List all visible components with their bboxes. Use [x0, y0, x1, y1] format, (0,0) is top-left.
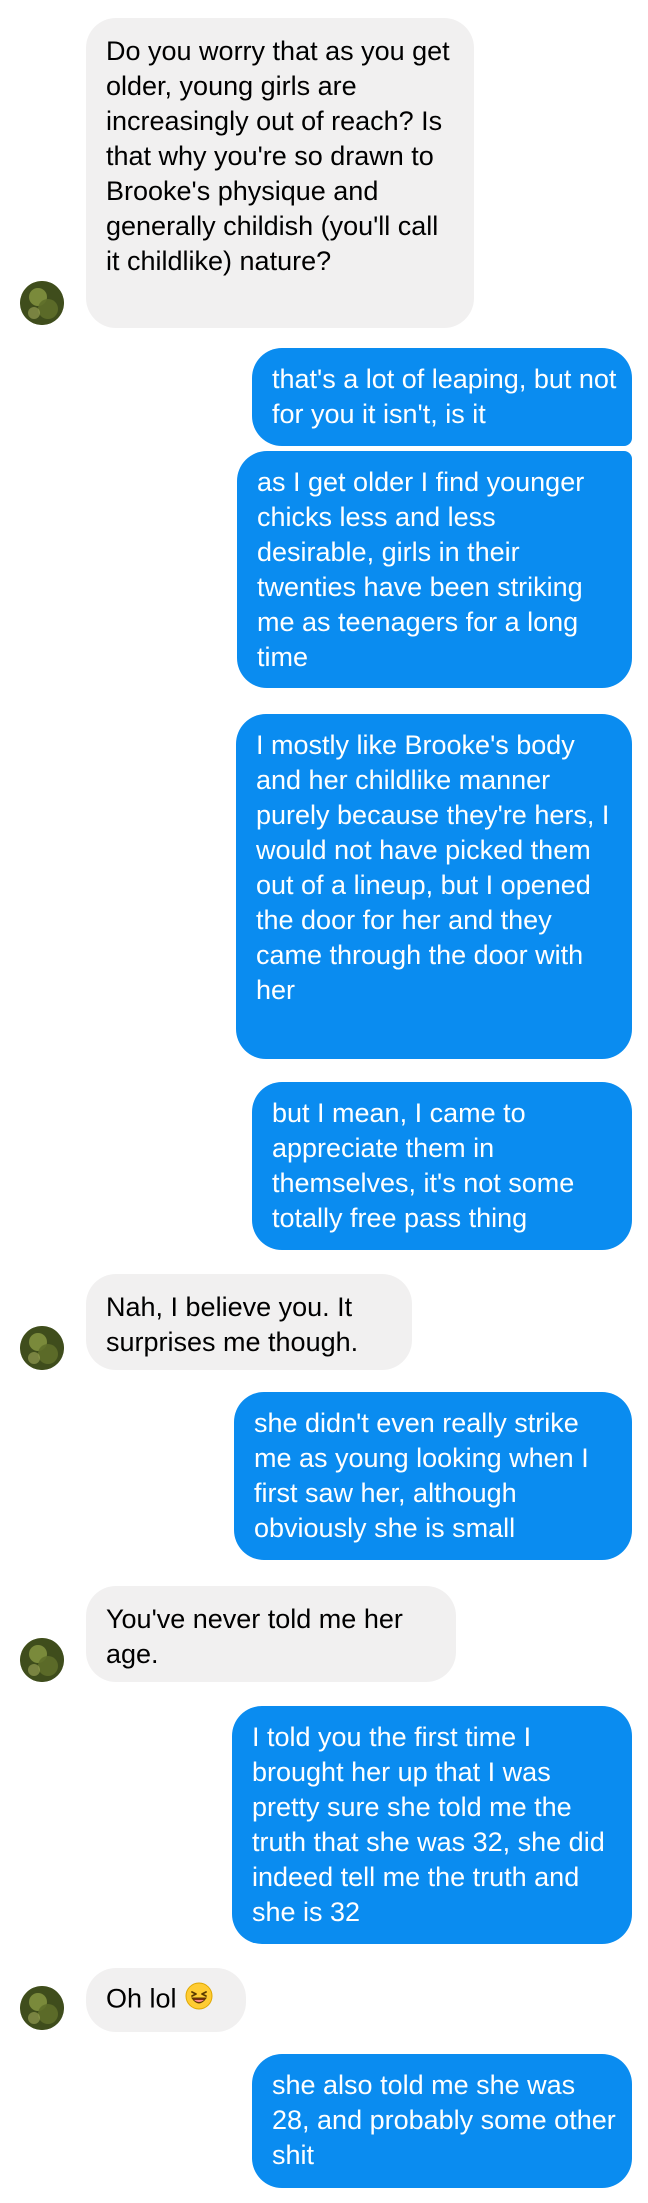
- avatar-image-icon: [20, 281, 64, 325]
- message-text: she also told me she was 28, and probabl…: [272, 2070, 616, 2170]
- avatar-image-icon: [20, 1326, 64, 1370]
- message-text: You've never told me her age.: [106, 1604, 403, 1669]
- outgoing-message[interactable]: I told you the first time I brought her …: [232, 1706, 632, 1944]
- incoming-message[interactable]: Do you worry that as you get older, youn…: [86, 18, 474, 328]
- outgoing-message[interactable]: as I get older I find younger chicks les…: [237, 451, 632, 688]
- message-text: as I get older I find younger chicks les…: [257, 467, 585, 672]
- contact-avatar[interactable]: [20, 1638, 64, 1682]
- message-text: but I mean, I came to appreciate them in…: [272, 1098, 575, 1233]
- incoming-message[interactable]: Oh lol: [86, 1968, 246, 2032]
- message-text: she didn't even really strike me as youn…: [254, 1408, 589, 1543]
- message-text: Oh lol: [106, 1983, 177, 2014]
- message-text: Do you worry that as you get older, youn…: [106, 36, 450, 276]
- message-text: I mostly like Brooke's body and her chil…: [256, 730, 610, 1005]
- laughing-face-icon: [184, 1981, 214, 2020]
- outgoing-message[interactable]: that's a lot of leaping, but not for you…: [252, 348, 632, 446]
- incoming-message[interactable]: You've never told me her age.: [86, 1586, 456, 1682]
- outgoing-message[interactable]: she didn't even really strike me as youn…: [234, 1392, 632, 1560]
- avatar-image-icon: [20, 1638, 64, 1682]
- message-text: that's a lot of leaping, but not for you…: [272, 364, 617, 429]
- outgoing-message[interactable]: but I mean, I came to appreciate them in…: [252, 1082, 632, 1250]
- contact-avatar[interactable]: [20, 281, 64, 325]
- outgoing-message[interactable]: I mostly like Brooke's body and her chil…: [236, 714, 632, 1059]
- message-text: Nah, I believe you. It surprises me thou…: [106, 1292, 359, 1357]
- avatar-image-icon: [20, 1986, 64, 2030]
- outgoing-message[interactable]: she also told me she was 28, and probabl…: [252, 2054, 632, 2188]
- contact-avatar[interactable]: [20, 1986, 64, 2030]
- incoming-message[interactable]: Nah, I believe you. It surprises me thou…: [86, 1274, 412, 1370]
- message-text: I told you the first time I brought her …: [252, 1722, 605, 1927]
- contact-avatar[interactable]: [20, 1326, 64, 1370]
